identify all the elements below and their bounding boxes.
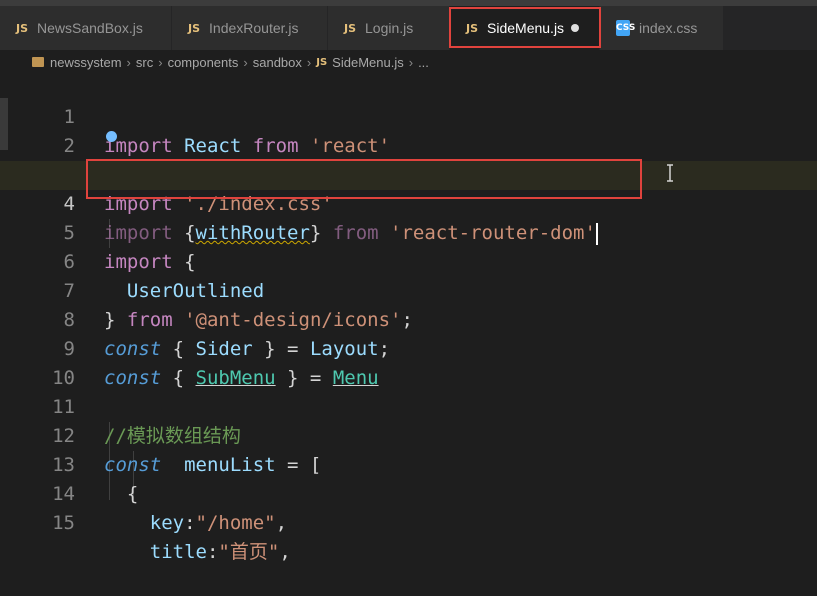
code-line[interactable]: 11 //模拟数组结构 [0,364,817,447]
js-file-icon: JS [466,21,479,35]
tab-label: IndexRouter.js [209,20,299,36]
css-file-icon: CSS [616,20,635,36]
js-file-icon: JS [188,21,201,35]
breadcrumb-item[interactable]: newssystem [50,55,122,70]
breadcrumb: newssystem › src › components › sandbox › JS… [0,50,817,74]
tab-bar: JS NewsSandBox.js JS IndexRouter.js JS L… [0,6,817,50]
code-line[interactable]: 7 } from '@ant-design/icons'; [0,248,817,331]
tab-sidemenu[interactable]: JS SideMenu.js [450,6,600,50]
tab-newssandbox[interactable]: JS NewsSandBox.js [0,6,172,50]
breadcrumb-item[interactable]: src [136,55,153,70]
js-file-icon: JS [316,56,328,68]
code-line[interactable]: 14 key:"/home", [0,451,817,534]
tab-label: index.css [639,20,698,36]
tab-login[interactable]: JS Login.js [328,6,450,50]
breadcrumb-item[interactable]: ... [418,55,429,70]
breadcrumb-item[interactable]: sandbox [253,55,302,70]
js-file-icon: JS [344,21,357,35]
code-text: title:"首页", [149,541,291,563]
folder-icon [32,57,44,67]
ibeam-cursor-icon [667,164,673,182]
breadcrumb-item[interactable]: SideMenu.js [332,55,404,70]
breadcrumb-item[interactable]: components [168,55,239,70]
tab-indexrouter[interactable]: JS IndexRouter.js [172,6,328,50]
code-line[interactable]: 10 [0,335,817,389]
tab-label: SideMenu.js [487,20,565,36]
unsaved-dot-icon[interactable] [571,24,580,32]
code-line-current[interactable]: 4 import {withRouter} from 'react-router… [0,161,817,245]
code-line[interactable]: 8 const { Sider } = Layout; [0,277,817,360]
code-editor[interactable]: 1 import React from 'react' 2 import { L… [0,74,817,563]
code-line[interactable]: 2 import { Layout, Menu } from 'antd'; [0,103,817,186]
code-line[interactable]: 12 const menuList = [ [0,393,817,476]
tab-index-css[interactable]: CSS index.css [600,6,724,50]
code-line[interactable]: 13 { [0,422,817,505]
tab-label: Login.js [365,20,414,36]
tab-label: NewsSandBox.js [37,20,143,36]
code-line[interactable]: 6 UserOutlined [0,219,817,302]
code-line[interactable]: 15 title:"首页", [0,480,817,563]
js-file-icon: JS [16,21,29,35]
line-number: 15 [52,512,75,534]
code-text: key:"/home", [149,512,288,534]
code-line[interactable]: 5 import { [0,190,817,273]
code-line[interactable]: 9 const { SubMenu } = Menu [0,306,817,389]
lightbulb-icon[interactable] [106,131,117,142]
code-line[interactable]: 1 import React from 'react' [0,74,817,157]
code-line[interactable]: 3 import './index.css' [0,132,817,215]
